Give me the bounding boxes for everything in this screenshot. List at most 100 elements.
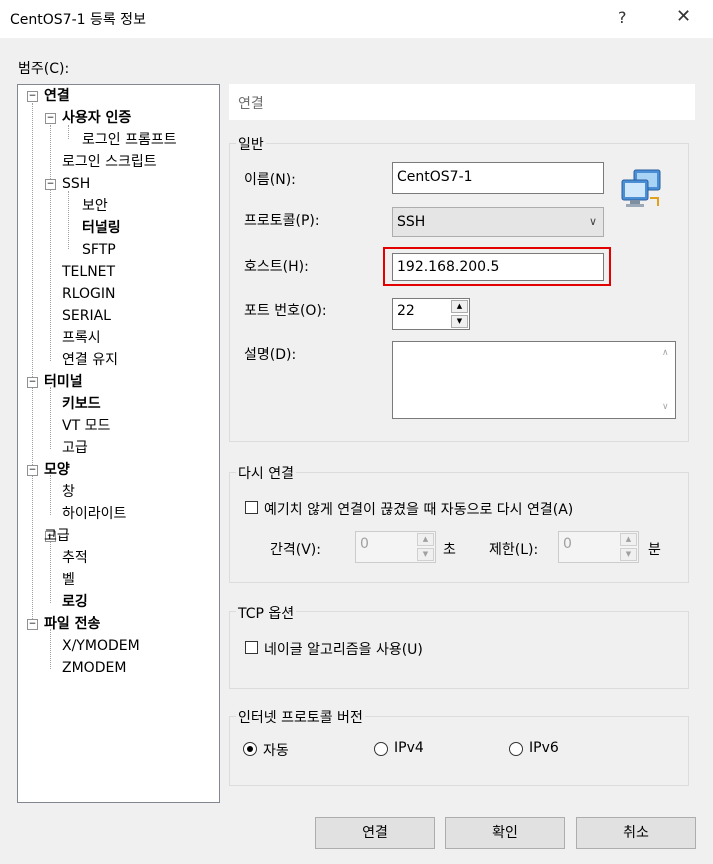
limit-unit: 분 [648,542,661,558]
tree-item-serial[interactable]: SERIAL [62,306,111,326]
nagle-checkbox[interactable] [245,641,258,654]
tree-item-logging[interactable]: 로깅 [62,592,88,612]
tree-item-file-transfer[interactable]: 파일 전송 [44,614,100,634]
title-bar: CentOS7-1 등록 정보 ? ✕ [0,0,713,38]
tree-item-label: 벨 [62,572,75,588]
port-value: 22 [397,303,415,319]
connect-button[interactable]: 연결 [315,817,435,849]
tree-item-label: X/YMODEM [62,638,140,654]
reconnect-group [229,472,689,583]
tree-item-auth[interactable]: 사용자 인증 [62,108,131,128]
description-scrollbar[interactable]: ∧ ∨ [658,342,675,418]
network-computers-icon [620,168,666,210]
name-field[interactable]: CentOS7-1 [392,162,604,194]
port-spinner[interactable]: 22 ▲ ▼ [392,298,470,330]
radio-auto[interactable] [243,742,257,756]
help-button[interactable]: ? [618,8,627,27]
reconnect-group-title: 다시 연결 [236,463,296,483]
tree-item-label: 추적 [62,550,88,566]
spin-down-icon[interactable]: ▼ [417,548,434,561]
category-label: 범주(C): [18,61,70,77]
tree-item-appearance[interactable]: 모양 [44,460,70,480]
protocol-select[interactable]: SSH ∨ [392,207,604,237]
collapse-toggle-icon[interactable]: − [27,465,38,476]
ok-button[interactable]: 확인 [445,817,565,849]
tree-item-tunneling[interactable]: 터널링 [82,218,121,238]
spin-down-icon[interactable]: ▼ [620,548,637,561]
tree-item-vt-mode[interactable]: VT 모드 [62,416,110,436]
spin-down-icon[interactable]: ▼ [451,315,468,328]
auto-reconnect-label[interactable]: 예기치 않게 연결이 끊겼을 때 자동으로 다시 연결(A) [264,499,573,519]
tree-line [50,629,51,669]
tree-item-login-prompt[interactable]: 로그인 프롬프트 [82,130,177,150]
scroll-up-icon[interactable]: ∧ [662,348,669,358]
port-label: 포트 번호(O): [244,303,327,319]
nagle-label[interactable]: 네이글 알고리즘을 사용(U) [264,639,423,659]
host-label: 호스트(H): [244,259,309,275]
panel-header: 연결 [229,84,695,120]
collapse-toggle-icon[interactable]: − [27,619,38,630]
tree-item-security[interactable]: 보안 [82,196,108,216]
tree-item-trace[interactable]: 추적 [62,548,88,568]
scroll-down-icon[interactable]: ∨ [662,402,669,412]
tree-item-sftp[interactable]: SFTP [82,240,116,260]
tree-line [32,103,33,625]
tree-item-label: SSH [62,176,91,192]
radio-auto-label[interactable]: 자동 [263,740,289,760]
tree-item-highlight[interactable]: 하이라이트 [62,504,126,524]
tree-item-xymodem[interactable]: X/YMODEM [62,636,140,656]
tree-item-connection[interactable]: 연결 [44,86,70,106]
tree-line [50,387,51,449]
tree-item-keyboard[interactable]: 키보드 [62,394,101,414]
tree-item-label: 모양 [44,462,70,478]
tree-item-advanced[interactable]: 고급 [44,526,70,546]
limit-spinner[interactable]: 0 ▲ ▼ [558,531,639,563]
description-field[interactable]: ∧ ∨ [392,341,676,419]
tree-item-zmodem[interactable]: ZMODEM [62,658,126,678]
tree-line [50,541,51,603]
tree-item-label: ZMODEM [62,660,127,676]
tree-item-rlogin[interactable]: RLOGIN [62,284,116,304]
tree-item-terminal-advanced[interactable]: 고급 [62,438,88,458]
ip-version-group-title: 인터넷 프로토콜 버전 [236,707,365,727]
tcp-group-title: TCP 옵션 [236,603,297,623]
tree-item-label: 고급 [44,528,70,544]
tree-line [50,125,51,361]
close-button[interactable]: ✕ [676,6,691,27]
tree-item-ssh[interactable]: SSH [62,174,90,194]
tree-item-bell[interactable]: 벨 [62,570,75,590]
collapse-toggle-icon[interactable]: − [27,377,38,388]
tree-item-login-script[interactable]: 로그인 스크립트 [62,152,157,172]
collapse-toggle-icon[interactable]: − [45,113,56,124]
tree-item-label: 프록시 [62,330,101,346]
tree-item-window[interactable]: 창 [62,482,75,502]
tree-item-label: 연결 유지 [62,352,118,368]
radio-ipv6-label[interactable]: IPv6 [529,740,559,756]
tree-item-label: 로그인 프롬프트 [82,132,177,148]
tree-item-keepalive[interactable]: 연결 유지 [62,350,118,370]
spin-up-icon[interactable]: ▲ [620,533,637,546]
tree-line [50,475,51,515]
spin-up-icon[interactable]: ▲ [417,533,434,546]
cancel-button[interactable]: 취소 [576,817,696,849]
tree-item-proxy[interactable]: 프록시 [62,328,101,348]
tree-item-label: SFTP [82,242,116,258]
interval-spinner[interactable]: 0 ▲ ▼ [355,531,436,563]
tree-item-terminal[interactable]: 터미널 [44,372,83,392]
tree-item-label: 하이라이트 [62,506,127,522]
collapse-toggle-icon[interactable]: − [27,91,38,102]
radio-ipv4[interactable] [374,742,388,756]
chevron-down-icon: ∨ [588,215,597,228]
tree-item-label: 로그인 스크립트 [62,154,157,170]
tree-item-telnet[interactable]: TELNET [62,262,115,282]
category-tree[interactable]: − − − − − − − 연결 사용자 인증 로그인 프롬프트 로그인 스크립… [17,84,220,803]
auto-reconnect-checkbox[interactable] [245,501,258,514]
tree-item-label: 창 [62,484,75,500]
radio-ipv4-label[interactable]: IPv4 [394,740,424,756]
host-field[interactable]: 192.168.200.5 [392,253,604,281]
tree-item-label: 키보드 [62,396,101,412]
spin-up-icon[interactable]: ▲ [451,300,468,313]
radio-ipv6[interactable] [509,742,523,756]
protocol-value: SSH [397,214,426,230]
collapse-toggle-icon[interactable]: − [45,179,56,190]
